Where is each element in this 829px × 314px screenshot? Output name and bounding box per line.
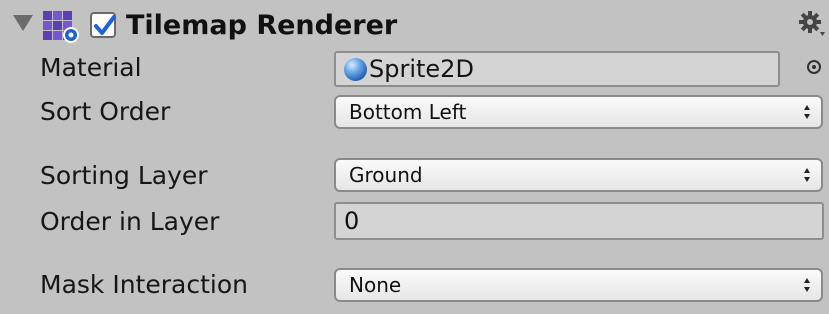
sphere-icon — [344, 58, 367, 81]
component-enabled-checkbox[interactable] — [90, 12, 116, 38]
sorting-layer-value: Ground — [349, 163, 423, 187]
mask-interaction-label: Mask Interaction — [40, 270, 248, 299]
sorting-layer-label: Sorting Layer — [40, 161, 208, 190]
sorting-layer-dropdown[interactable]: Ground — [334, 158, 823, 192]
component-title: Tilemap Renderer — [126, 10, 398, 41]
checkmark-icon — [94, 15, 116, 35]
material-label: Material — [40, 53, 142, 82]
material-field[interactable]: Sprite2D — [334, 51, 780, 87]
gear-icon[interactable] — [798, 10, 826, 40]
mask-interaction-value: None — [349, 273, 402, 297]
up-down-arrows-icon — [804, 105, 810, 119]
tilemap-icon — [42, 10, 82, 44]
sort-order-label: Sort Order — [40, 97, 171, 126]
foldout-triangle-icon[interactable] — [13, 15, 33, 31]
up-down-arrows-icon — [804, 278, 810, 292]
mask-interaction-dropdown[interactable]: None — [334, 268, 823, 302]
material-value: Sprite2D — [369, 55, 474, 83]
order-in-layer-label: Order in Layer — [40, 207, 220, 236]
order-in-layer-value: 0 — [344, 207, 360, 235]
object-picker-icon[interactable] — [806, 59, 822, 75]
sort-order-dropdown[interactable]: Bottom Left — [334, 95, 823, 129]
order-in-layer-field[interactable]: 0 — [334, 202, 824, 240]
sort-order-value: Bottom Left — [349, 100, 467, 124]
tilemap-renderer-component: Tilemap Renderer Material Sprite2D Sort … — [0, 0, 829, 314]
up-down-arrows-icon — [804, 168, 810, 182]
